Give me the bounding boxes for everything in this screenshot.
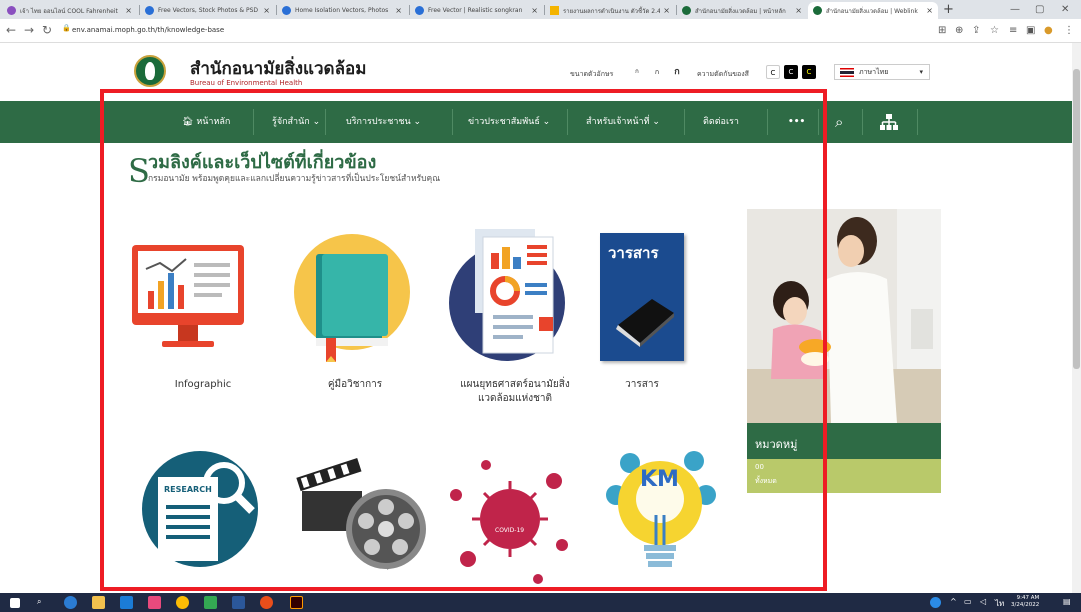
tab-close-icon[interactable]: × bbox=[926, 6, 933, 15]
thai-flag-icon bbox=[840, 68, 854, 77]
page-scrollbar[interactable] bbox=[1072, 43, 1081, 593]
browser-tab[interactable]: Free Vector | Realistic songkran × bbox=[410, 2, 543, 19]
search-icon[interactable]: ⌕ bbox=[37, 597, 41, 607]
browser-tab[interactable]: Free Vectors, Stock Photos & PSD × bbox=[140, 2, 275, 19]
clock-date: 3/24/2022 bbox=[1011, 602, 1040, 608]
contrast-label: ความตัดกันของสี bbox=[697, 70, 749, 78]
browser-tab-active[interactable]: สำนักอนามัยสิ่งแวดล้อม | Weblink × bbox=[808, 2, 938, 19]
tab-title: Free Vector | Realistic songkran bbox=[428, 7, 523, 14]
scrollbar-thumb[interactable] bbox=[1073, 69, 1080, 369]
notification-icon[interactable]: ▤ bbox=[1063, 597, 1071, 606]
tab-favicon-icon bbox=[682, 6, 691, 15]
browser-tab-strip: เจ้า ไทย ออนไลน์ COOL Fahrenheit × Free … bbox=[0, 0, 1081, 19]
share-icon[interactable]: ⇪ bbox=[972, 24, 980, 38]
tab-favicon-icon bbox=[415, 6, 424, 15]
language-value: ภาษาไทย bbox=[859, 68, 889, 76]
tab-close-icon[interactable]: × bbox=[395, 6, 402, 15]
system-clock[interactable]: 9:47 AM 3/24/2022 bbox=[1011, 595, 1039, 609]
search-icon[interactable]: ⌕ bbox=[835, 101, 843, 143]
web-page: สำนักอนามัยสิ่งแวดล้อม Bureau of Environ… bbox=[0, 43, 1081, 593]
tray-arrow-icon[interactable]: ^ bbox=[950, 597, 957, 606]
contrast-yellow-button[interactable]: C bbox=[802, 65, 816, 79]
tab-favicon-icon bbox=[550, 6, 559, 15]
chevron-down-icon: ▾ bbox=[919, 68, 923, 76]
tab-close-icon[interactable]: × bbox=[125, 6, 132, 15]
tab-favicon-icon bbox=[282, 6, 291, 15]
browser-tab[interactable]: สำนักอนามัยสิ่งแวดล้อม | หน้าหลัก × bbox=[677, 2, 807, 19]
side-panel-icon[interactable]: ▣ bbox=[1026, 24, 1035, 38]
back-icon[interactable]: ← bbox=[6, 23, 16, 38]
site-subtitle: Bureau of Environmental Health bbox=[190, 79, 303, 87]
file-explorer-icon[interactable] bbox=[92, 596, 105, 609]
tab-title: สำนักอนามัยสิ่งแวดล้อม | Weblink bbox=[826, 7, 918, 15]
browser-tab[interactable]: Home Isolation Vectors, Photos × bbox=[277, 2, 407, 19]
profile-icon[interactable]: ● bbox=[1044, 24, 1053, 38]
sitemap-icon[interactable] bbox=[880, 101, 898, 143]
bookmark-star-icon[interactable]: ☆ bbox=[990, 24, 999, 38]
highlight-annotation-box bbox=[100, 89, 827, 591]
contrast-normal-button[interactable]: C bbox=[766, 65, 780, 79]
site-logo[interactable] bbox=[134, 55, 166, 87]
tab-close-icon[interactable]: × bbox=[263, 6, 270, 15]
font-size-label: ขนาดตัวอักษร bbox=[570, 70, 614, 78]
translate-icon[interactable]: ⊞ bbox=[938, 24, 946, 38]
tab-title: Free Vectors, Stock Photos & PSD bbox=[158, 7, 258, 14]
app-icon[interactable] bbox=[260, 596, 273, 609]
word-icon[interactable] bbox=[232, 596, 245, 609]
chrome-icon[interactable] bbox=[176, 596, 189, 609]
font-size-small-button[interactable]: ก bbox=[630, 65, 644, 79]
app-icon[interactable] bbox=[204, 596, 217, 609]
browser-menu-icon[interactable]: ⋮ bbox=[1064, 24, 1074, 38]
lock-icon[interactable]: 🔒 bbox=[62, 24, 71, 32]
address-bar: ← → ↻ 🔒 env.anamai.moph.go.th/th/knowled… bbox=[0, 19, 1081, 43]
new-tab-button[interactable]: + bbox=[943, 2, 954, 17]
site-title[interactable]: สำนักอนามัยสิ่งแวดล้อม bbox=[190, 55, 366, 82]
minimize-icon[interactable]: — bbox=[1010, 2, 1020, 17]
clock-time: 9:47 AM bbox=[1016, 595, 1040, 601]
tab-close-icon[interactable]: × bbox=[531, 6, 538, 15]
tab-close-icon[interactable]: × bbox=[795, 6, 802, 15]
language-select[interactable]: ภาษาไทย ▾ bbox=[834, 64, 930, 80]
tab-favicon-icon bbox=[813, 6, 822, 15]
tab-title: สำนักอนามัยสิ่งแวดล้อม | หน้าหลัก bbox=[695, 7, 786, 15]
windows-start-icon[interactable] bbox=[10, 598, 20, 608]
url-field[interactable]: env.anamai.moph.go.th/th/knowledge-base bbox=[72, 26, 224, 34]
tab-title: รายงานผลการดำเนินงาน ตัวชี้วัด 2.4 bbox=[563, 7, 661, 15]
browser-tab[interactable]: รายงานผลการดำเนินงาน ตัวชี้วัด 2.4 × bbox=[545, 2, 675, 19]
language-indicator[interactable]: ไท bbox=[995, 597, 1004, 610]
tab-favicon-icon bbox=[145, 6, 154, 15]
network-icon[interactable]: ▭ bbox=[964, 597, 972, 606]
close-window-icon[interactable]: ✕ bbox=[1061, 2, 1069, 17]
maximize-icon[interactable]: ▢ bbox=[1035, 2, 1044, 17]
tab-close-icon[interactable]: × bbox=[663, 6, 670, 15]
zoom-icon[interactable]: ⊕ bbox=[955, 24, 963, 38]
tab-title: เจ้า ไทย ออนไลน์ COOL Fahrenheit bbox=[20, 7, 118, 15]
font-size-large-button[interactable]: ก bbox=[670, 65, 684, 79]
windows-taskbar: ⌕ ^ ▭ ◁ ไท 9:47 AM 3/24/2022 ▤ bbox=[0, 593, 1081, 612]
volume-icon[interactable]: ◁ bbox=[980, 597, 986, 606]
contrast-dark-button[interactable]: C bbox=[784, 65, 798, 79]
edge-icon[interactable] bbox=[64, 596, 77, 609]
internet-explorer-icon[interactable] bbox=[120, 596, 133, 609]
reading-list-icon[interactable]: ≡ bbox=[1009, 24, 1017, 38]
reload-icon[interactable]: ↻ bbox=[42, 23, 52, 38]
illustrator-icon[interactable] bbox=[290, 596, 303, 609]
tab-favicon-icon bbox=[7, 6, 16, 15]
people-icon[interactable] bbox=[930, 597, 941, 608]
font-size-medium-button[interactable]: ก bbox=[650, 65, 664, 79]
forward-icon[interactable]: → bbox=[24, 23, 34, 38]
browser-tab[interactable]: เจ้า ไทย ออนไลน์ COOL Fahrenheit × bbox=[2, 2, 137, 19]
tab-title: Home Isolation Vectors, Photos bbox=[295, 7, 389, 14]
app-icon[interactable] bbox=[148, 596, 161, 609]
